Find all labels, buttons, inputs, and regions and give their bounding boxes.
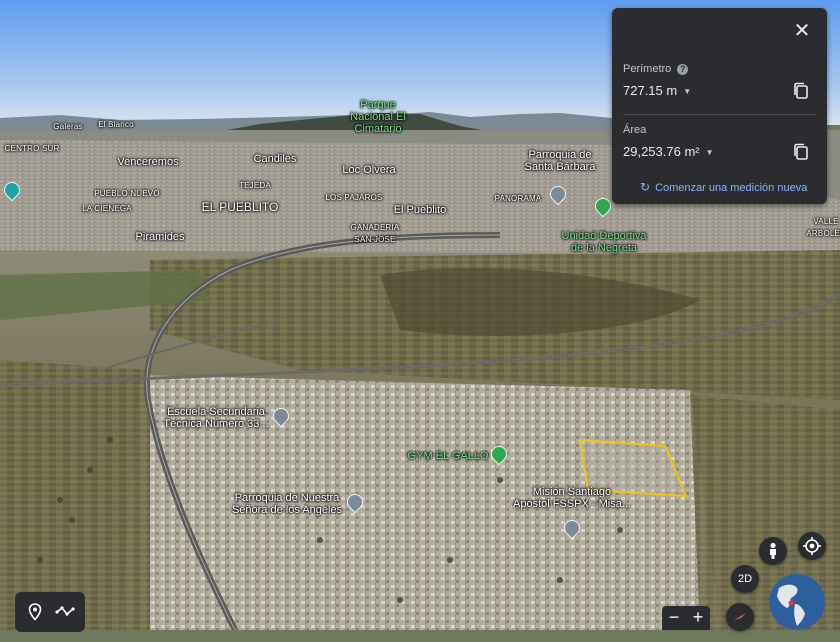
perimeter-label: Perímetro — [623, 63, 672, 75]
path-icon[interactable] — [55, 602, 75, 622]
my-location-icon[interactable] — [798, 532, 826, 560]
map-label-parroquia-angeles[interactable]: Parroquia de Nuestra Señora de los Angele… — [232, 492, 342, 516]
map-label-loc-olvera[interactable]: Loc Olvera — [342, 164, 395, 176]
view-mode-toggle[interactable]: 2D — [731, 565, 759, 593]
area-value-dropdown[interactable]: 29,253.76 m² ▼ — [623, 144, 714, 159]
map-label-parque-nacional[interactable]: Parque Nacional El Cimatario — [350, 99, 406, 135]
map-label-panorama[interactable]: PANORAMA — [495, 193, 542, 205]
close-icon[interactable]: ✕ — [791, 20, 813, 42]
chevron-down-icon: ▼ — [683, 87, 692, 97]
copy-icon[interactable] — [793, 143, 809, 161]
area-label: Área — [623, 124, 647, 136]
map-label-el-pueblito[interactable]: El Pueblito — [394, 204, 447, 216]
zoom-control: − + — [662, 606, 710, 630]
new-measurement-label: Comenzar una medición nueva — [655, 182, 808, 194]
map-label-el-blanco[interactable]: El Blanco — [98, 119, 134, 131]
view-mode-label: 2D — [737, 573, 753, 585]
map-label-escuela[interactable]: Escuela Secundaria Técnica Número 33... — [163, 406, 268, 430]
perimeter-value: 727.15 m — [623, 83, 678, 98]
map-label-candiles[interactable]: Candiles — [254, 153, 297, 165]
globe-icon[interactable] — [769, 574, 825, 630]
new-measurement-button[interactable]: ↻ Comenzar una medición nueva — [640, 180, 807, 194]
perimeter-label-row: Perímetro? — [623, 63, 689, 75]
map-label-piramides[interactable]: Piramides — [136, 231, 185, 243]
pegman-icon[interactable] — [759, 537, 787, 565]
area-value: 29,253.76 m² — [623, 144, 700, 159]
compass-icon[interactable] — [726, 603, 754, 631]
minus-icon[interactable]: − — [662, 606, 686, 630]
perimeter-value-dropdown[interactable]: 727.15 m ▼ — [623, 83, 691, 98]
map-label-centro-sur[interactable]: CENTRO SUR — [5, 143, 60, 155]
plus-icon[interactable]: + — [686, 606, 710, 630]
tool-bar — [15, 592, 85, 632]
map-label-los-pajaros[interactable]: LOS PAJAROS — [325, 192, 382, 204]
map-label-gym[interactable]: GYM EL GALLO — [408, 450, 489, 462]
chevron-down-icon: ▼ — [705, 148, 714, 158]
copy-icon[interactable] — [793, 82, 809, 100]
location-pin-icon[interactable] — [25, 602, 45, 622]
divider — [623, 114, 816, 115]
map-label-venceremos[interactable]: Venceremos — [117, 156, 178, 168]
map-label-unidad-deportiva[interactable]: Unidad Deportiva de la Negreta — [562, 230, 647, 254]
map-label-el-pueblito-caps[interactable]: EL PUEBLITO — [202, 201, 279, 213]
help-icon[interactable]: ? — [677, 63, 689, 75]
map-label-mision[interactable]: Misión Santiago Apóstol FSSPX - Misa... — [513, 486, 631, 510]
map-label-valle-arboledas[interactable]: VALLEARBOLEE — [806, 216, 840, 240]
map-label-la-cienega[interactable]: LA CIENEGA — [82, 203, 132, 215]
map-label-tejeda[interactable]: TEJEDA — [239, 180, 271, 192]
map-label-pueblo-nuevo[interactable]: PUEBLO NUEVO — [94, 188, 160, 200]
map-label-ganaderia[interactable]: GANADERIA SAN JOSE — [351, 222, 400, 246]
map-label-galeras[interactable]: Galeras — [53, 121, 82, 133]
map-label-parroquia-santa-barbara[interactable]: Parroquia de Santa Bárbara — [525, 149, 596, 173]
measure-panel: ✕ Perímetro? 727.15 m ▼ Área 29,253.76 m²… — [612, 8, 827, 204]
refresh-icon: ↻ — [640, 180, 651, 194]
